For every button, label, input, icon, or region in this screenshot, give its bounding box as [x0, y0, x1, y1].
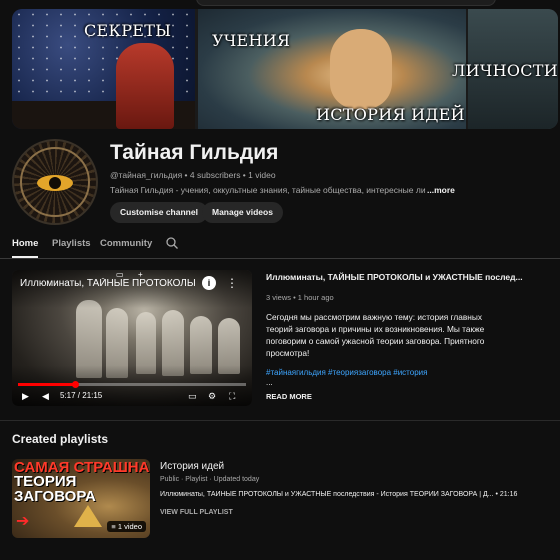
tabs-divider: [0, 258, 560, 259]
channel-more-link[interactable]: ...more: [427, 185, 455, 195]
volume-icon[interactable]: ◀: [42, 390, 49, 402]
featured-video-meta: 3 views • 1 hour ago: [266, 293, 334, 302]
captions-icon[interactable]: ▭: [188, 390, 197, 402]
top-bar: [0, 0, 560, 8]
playlist-title[interactable]: История идей: [160, 461, 224, 472]
manage-videos-button[interactable]: Manage videos: [202, 202, 283, 223]
channel-avatar[interactable]: [12, 139, 98, 225]
search-bar-edge[interactable]: [196, 0, 496, 6]
featured-video-hashtags[interactable]: #тайнаягильдия #теориязаговора #история: [266, 368, 427, 377]
channel-description[interactable]: Тайная Гильдия - учения, оккультные знан…: [110, 185, 426, 195]
progress-scrubber[interactable]: [72, 381, 79, 388]
settings-icon[interactable]: ⚙: [208, 390, 216, 402]
banner-label-history-of-ideas: ИСТОРИЯ ИДЕЙ: [316, 105, 465, 124]
banner-label-secrets: СЕКРЕТЫ: [84, 21, 172, 40]
customise-channel-button[interactable]: Customise channel: [110, 202, 208, 223]
playlist-video-line[interactable]: Иллюминаты, ТАЙНЫЕ ПРОТОКОЛЫ и УЖАСТНЫЕ …: [160, 491, 556, 498]
thumb-text-line3: ЗАГОВОРА: [14, 488, 96, 505]
created-playlists-heading: Created playlists: [12, 432, 109, 446]
channel-search-icon[interactable]: [165, 236, 179, 250]
arrow-icon: ➔: [16, 513, 30, 530]
channel-meta: @тайная_гильдия • 4 subscribers • 1 vide…: [110, 170, 276, 180]
playlist-thumbnail[interactable]: САМАЯ СТРАШНАЯ ТЕОРИЯ ЗАГОВОРА ➔ ≡ 1 vid…: [12, 459, 150, 538]
fullscreen-icon[interactable]: ⛶: [229, 390, 235, 402]
tab-playlists[interactable]: Playlists: [52, 238, 91, 249]
playlist-video-count: ≡ 1 video: [107, 521, 146, 532]
featured-video-player[interactable]: ▭ + Иллюминаты, ТАЙНЫЕ ПРОТОКОЛЫ i ⋮ ▶ ◀…: [12, 270, 252, 406]
play-icon[interactable]: ▶: [22, 390, 29, 402]
playlist-count-label: 1 video: [117, 522, 142, 531]
eye-pupil: [49, 177, 61, 189]
video-time: 5:17 / 21:15: [60, 391, 103, 400]
featured-video-description: Сегодня мы рассмотрим важную тему: истор…: [266, 312, 485, 358]
tab-community[interactable]: Community: [100, 238, 152, 249]
channel-name: Тайная Гильдия: [110, 141, 279, 164]
more-options-icon[interactable]: ⋮: [226, 276, 238, 290]
playlist-meta: Public · Playlist · Updated today: [160, 476, 260, 483]
featured-video-ellipsis: ...: [266, 378, 273, 387]
banner-label-teachings: УЧЕНИЯ: [212, 31, 291, 50]
player-title[interactable]: Иллюминаты, ТАЙНЫЕ ПРОТОКОЛЫ: [20, 278, 200, 289]
pyramid-icon: [74, 505, 102, 527]
video-progress-fill: [18, 383, 75, 386]
info-icon[interactable]: i: [202, 276, 216, 290]
channel-banner: СЕКРЕТЫ УЧЕНИЯ ЛИЧНОСТИ ИСТОРИЯ ИДЕЙ: [12, 9, 558, 129]
banner-red-robed-figure: [116, 43, 174, 129]
video-progress-bar[interactable]: [18, 381, 246, 388]
read-more-link[interactable]: READ MORE: [266, 392, 312, 401]
banner-label-personalities: ЛИЧНОСТИ: [452, 61, 558, 80]
banner-portrait-face: [330, 29, 392, 109]
view-full-playlist-link[interactable]: VIEW FULL PLAYLIST: [160, 509, 233, 516]
featured-video-title[interactable]: Иллюминаты, ТАЙНЫЕ ПРОТОКОЛЫ и УЖАСТНЫЕ …: [266, 272, 556, 282]
section-divider: [0, 420, 560, 421]
tab-home[interactable]: Home: [12, 238, 38, 249]
